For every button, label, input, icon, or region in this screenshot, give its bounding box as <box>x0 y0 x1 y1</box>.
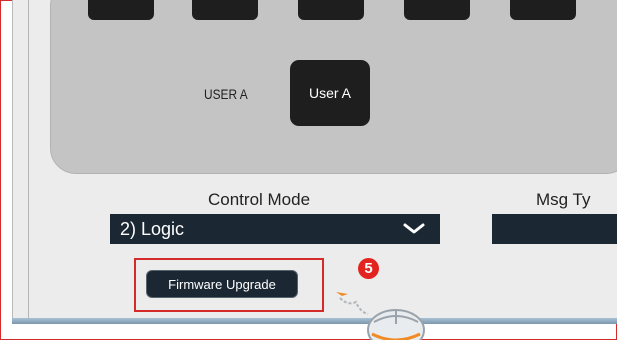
firmware-upgrade-label: Firmware Upgrade <box>168 276 276 292</box>
mouse-icon <box>330 284 430 345</box>
window-bottom-edge <box>12 318 617 324</box>
user-a-button[interactable]: User A <box>290 60 370 126</box>
user-a-button-label: User A <box>308 85 351 101</box>
step-number: 5 <box>364 260 373 277</box>
top-button-3[interactable] <box>298 0 364 20</box>
panel-divider <box>28 0 29 318</box>
pointer-arrow-icon <box>336 292 348 296</box>
control-mode-select[interactable]: 2) Logic <box>110 214 440 244</box>
firmware-upgrade-button[interactable]: Firmware Upgrade <box>146 270 298 298</box>
msg-type-label: Msg Ty <box>536 190 591 209</box>
msg-type-select[interactable] <box>492 214 617 244</box>
top-button-5[interactable] <box>510 0 576 20</box>
user-a-label: USER A <box>204 86 248 102</box>
step-badge: 5 <box>358 258 379 279</box>
chevron-down-icon <box>402 221 426 242</box>
control-mode-label: Control Mode <box>208 190 311 209</box>
top-button-4[interactable] <box>404 0 470 20</box>
top-button-1[interactable] <box>88 0 154 20</box>
top-button-2[interactable] <box>192 0 258 20</box>
control-mode-value: 2) Logic <box>120 218 185 239</box>
